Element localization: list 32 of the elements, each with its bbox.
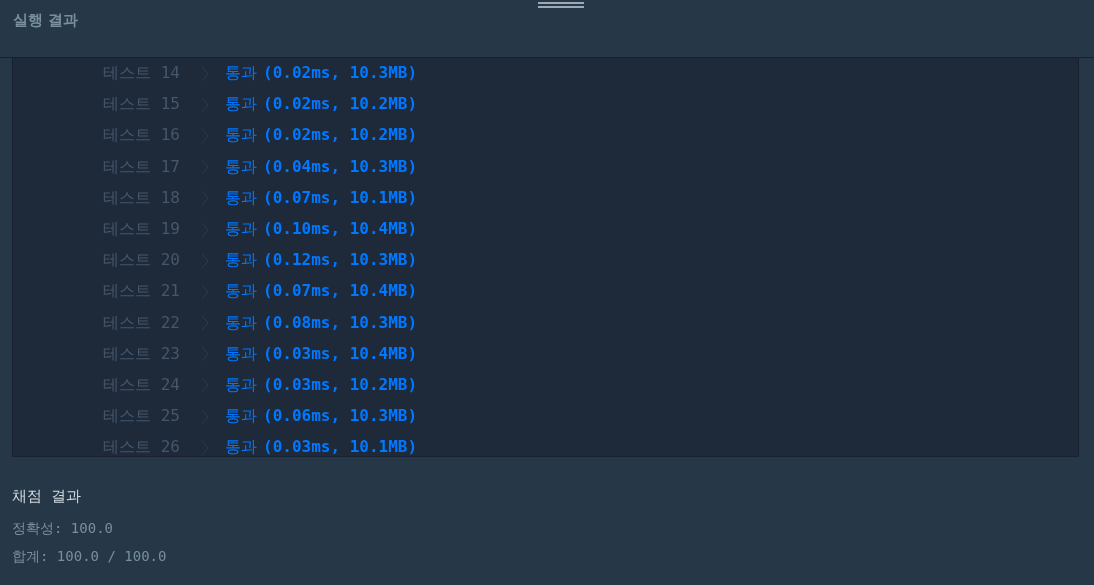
test-detail: (0.03ms, 10.2MB) <box>263 374 418 396</box>
summary-title: 채점 결과 <box>12 487 83 506</box>
test-status: 통과 <box>225 187 257 209</box>
test-detail: (0.02ms, 10.2MB) <box>263 125 418 147</box>
panel-title: 실행 결과 <box>13 11 79 29</box>
test-detail: (0.07ms, 10.4MB) <box>263 281 418 303</box>
summary-line: 정확성: 100.0 <box>12 520 114 538</box>
test-status: 통과 <box>225 312 257 334</box>
test-detail: (0.06ms, 10.3MB) <box>263 406 418 428</box>
test-detail: (0.03ms, 10.1MB) <box>263 437 418 456</box>
test-detail: (0.07ms, 10.1MB) <box>263 187 418 209</box>
test-status: 통과 <box>225 374 257 396</box>
drag-handle-icon[interactable] <box>538 1 584 9</box>
test-detail: (0.10ms, 10.4MB) <box>263 219 418 241</box>
summary-line: 합계: 100.0 / 100.0 <box>12 548 168 566</box>
test-status: 통과 <box>225 219 257 241</box>
test-status: 통과 <box>225 406 257 428</box>
test-status: 통과 <box>225 343 257 365</box>
test-status: 통과 <box>225 63 257 85</box>
test-status: 통과 <box>225 156 257 178</box>
test-detail: (0.02ms, 10.3MB) <box>263 63 418 85</box>
test-detail: (0.04ms, 10.3MB) <box>263 156 418 178</box>
test-status: 통과 <box>225 250 257 272</box>
test-detail: (0.08ms, 10.3MB) <box>263 312 418 334</box>
test-status: 통과 <box>225 94 257 116</box>
test-detail: (0.02ms, 10.2MB) <box>263 94 418 116</box>
test-status: 통과 <box>225 437 257 456</box>
chevron-icon <box>201 439 209 456</box>
test-status: 통과 <box>225 125 257 147</box>
test-status: 통과 <box>225 281 257 303</box>
test-detail: (0.03ms, 10.4MB) <box>263 343 418 365</box>
test-detail: (0.12ms, 10.3MB) <box>263 250 418 272</box>
